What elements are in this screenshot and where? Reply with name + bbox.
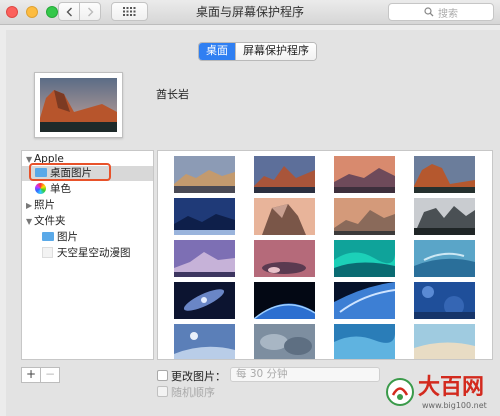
window-title: 桌面与屏幕保护程序	[195, 5, 304, 19]
sidebar-group-photos[interactable]: ▶ 照片	[26, 198, 157, 213]
remove-folder-button[interactable]: −	[40, 368, 59, 382]
wallpaper-thumbnail[interactable]	[414, 282, 475, 319]
chevron-right-icon	[87, 7, 93, 16]
random-order-label: 随机顺序	[171, 386, 215, 399]
wallpaper-image	[254, 282, 315, 319]
wallpaper-grid	[157, 150, 493, 360]
watermark-url: www.big100.net	[422, 401, 487, 410]
wallpaper-thumbnail[interactable]	[414, 240, 475, 277]
folder-thumbnail-icon	[42, 247, 53, 258]
watermark-logo-icon	[386, 378, 414, 406]
wallpaper-image	[334, 156, 395, 193]
wallpaper-thumbnail[interactable]	[174, 156, 235, 193]
picture-name: 酋长岩	[156, 88, 189, 101]
wallpaper-thumbnail[interactable]	[334, 324, 395, 359]
wallpaper-thumbnail[interactable]	[334, 282, 395, 319]
current-wallpaper-image	[40, 78, 117, 132]
wallpaper-image	[414, 156, 475, 193]
wallpaper-thumbnail[interactable]	[254, 198, 315, 235]
zoom-window-button[interactable]	[46, 6, 58, 18]
wallpaper-image	[414, 282, 475, 319]
wallpaper-thumbnail[interactable]	[254, 324, 315, 359]
wallpaper-thumbnail[interactable]	[254, 240, 315, 277]
wallpaper-thumbnail[interactable]	[254, 282, 315, 319]
grid-icon	[123, 7, 136, 16]
wallpaper-image	[334, 198, 395, 235]
minimize-window-button[interactable]	[26, 6, 38, 18]
search-placeholder: 搜索	[438, 8, 458, 20]
wallpaper-image	[174, 240, 235, 277]
random-order-checkbox[interactable]	[157, 386, 168, 397]
wallpaper-thumbnail[interactable]	[414, 324, 475, 359]
wallpaper-image	[254, 198, 315, 235]
watermark: 大百网 www.big100.net	[384, 372, 500, 416]
color-wheel-icon	[35, 183, 46, 194]
show-all-button[interactable]	[111, 2, 148, 21]
wallpaper-thumbnail[interactable]	[174, 324, 235, 359]
sidebar-item-solid-colors[interactable]: 单色	[22, 182, 153, 197]
wallpaper-image	[174, 324, 235, 359]
wallpaper-thumbnail[interactable]	[334, 198, 395, 235]
wallpaper-image	[174, 282, 235, 319]
disclosure-triangle-icon: ▼	[26, 217, 33, 226]
wallpaper-image	[254, 324, 315, 359]
wallpaper-thumbnail[interactable]	[334, 156, 395, 193]
wallpaper-image	[414, 240, 475, 277]
wallpaper-thumbnail[interactable]	[174, 198, 235, 235]
sidebar-group-folders[interactable]: ▼ 文件夹	[26, 214, 157, 229]
wallpaper-thumbnail[interactable]	[334, 240, 395, 277]
wallpaper-image	[414, 198, 475, 235]
watermark-brand: 大百网	[418, 374, 485, 400]
wallpaper-image	[174, 156, 235, 193]
wallpaper-image	[414, 324, 475, 359]
sidebar-item-pictures[interactable]: 图片	[22, 230, 153, 245]
wallpaper-image	[254, 156, 315, 193]
search-icon	[424, 7, 434, 17]
title-bar: 桌面与屏幕保护程序 搜索	[0, 0, 500, 25]
wallpaper-thumbnail[interactable]	[414, 198, 475, 235]
wallpaper-thumbnail[interactable]	[254, 156, 315, 193]
annotation-highlight	[29, 163, 111, 181]
sidebar-item-starry-sky[interactable]: 天空星空动漫图	[22, 246, 153, 261]
wallpaper-thumbnail[interactable]	[174, 240, 235, 277]
tab-screensaver[interactable]: 屏幕保护程序	[235, 43, 316, 60]
tab-desktop[interactable]: 桌面	[199, 43, 235, 60]
search-field[interactable]: 搜索	[388, 3, 494, 21]
wallpaper-image	[334, 240, 395, 277]
change-picture-label: 更改图片：	[171, 370, 226, 383]
change-picture-checkbox[interactable]	[157, 370, 168, 381]
wallpaper-image	[334, 282, 395, 319]
current-picture-preview	[34, 72, 123, 138]
change-interval-select[interactable]: 每 30 分钟	[230, 367, 380, 382]
forward-button[interactable]	[79, 2, 101, 21]
tab-bar: 桌面 屏幕保护程序	[198, 42, 317, 61]
folder-icon	[42, 232, 54, 241]
close-window-button[interactable]	[6, 6, 18, 18]
chevron-left-icon	[66, 7, 72, 16]
wallpaper-image	[254, 240, 315, 277]
wallpaper-image	[174, 198, 235, 235]
back-button[interactable]	[58, 2, 80, 21]
add-remove-control: + −	[21, 367, 60, 383]
wallpaper-thumbnail[interactable]	[174, 282, 235, 319]
add-folder-button[interactable]: +	[22, 368, 40, 382]
wallpaper-thumbnail[interactable]	[414, 156, 475, 193]
source-list: ▼ Apple 桌面图片 单色 ▶ 照片 ▼ 文件夹 图片 天空星空动漫图	[21, 150, 154, 360]
wallpaper-image	[334, 324, 395, 359]
disclosure-triangle-collapsed-icon: ▶	[26, 201, 33, 210]
